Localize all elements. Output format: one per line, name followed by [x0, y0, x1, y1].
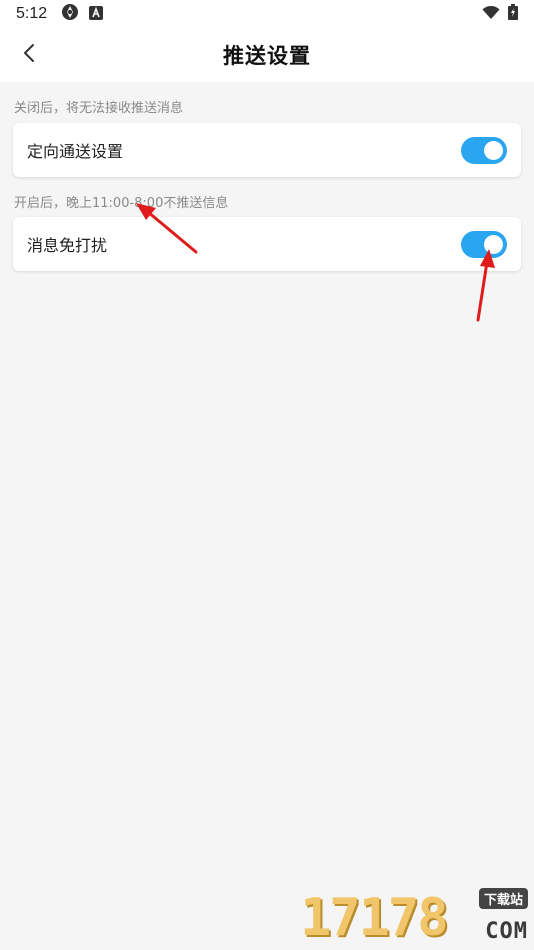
status-time: 5:12: [16, 5, 48, 22]
status-left-icons: [61, 3, 104, 25]
setting-hint-directed-push: 关闭后，将无法接收推送消息: [14, 101, 184, 116]
directed-push-toggle[interactable]: [461, 136, 507, 164]
do-not-disturb-toggle[interactable]: [461, 230, 507, 258]
battery-charging-icon: [508, 4, 518, 24]
back-button[interactable]: [14, 40, 44, 70]
setting-hint-do-not-disturb: 开启后，晚上11:00-8:00不推送信息: [14, 196, 229, 211]
watermark-suffix: COM: [485, 919, 528, 944]
a-badge-icon: [89, 5, 104, 24]
watermark-digits: 17178: [300, 888, 449, 948]
toggle-knob: [484, 234, 503, 254]
page-title: 推送设置: [223, 44, 311, 68]
aperture-icon: [61, 3, 79, 25]
wifi-icon: [482, 5, 500, 24]
header: 推送设置: [0, 28, 534, 82]
setting-label-directed-push: 定向通送设置: [27, 142, 124, 161]
chevron-left-icon: [22, 43, 36, 67]
setting-row-do-not-disturb: 消息免打扰: [13, 217, 521, 271]
setting-label-do-not-disturb: 消息免打扰: [27, 236, 108, 255]
toggle-knob: [484, 140, 503, 160]
status-right-icons: [482, 4, 518, 24]
setting-row-directed-push: 定向通送设置: [13, 123, 521, 177]
watermark-logo: 17178 下载站 COM: [300, 886, 530, 948]
status-bar: 5:12: [0, 0, 534, 28]
watermark-badge: 下载站: [478, 888, 528, 909]
